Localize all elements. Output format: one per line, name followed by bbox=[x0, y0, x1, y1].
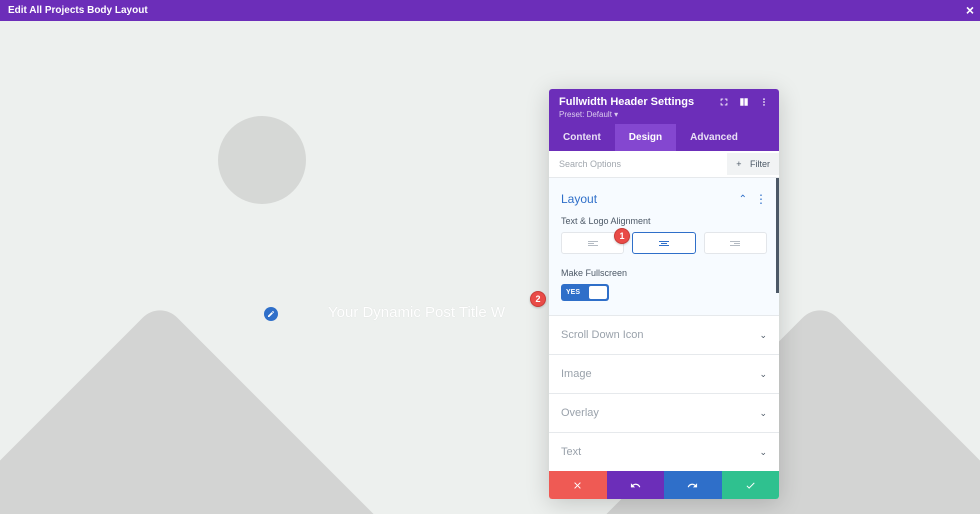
layout-section: Layout ⌃ ⋮ Text & Logo Alignment Make Fu… bbox=[549, 178, 779, 316]
toggle-knob bbox=[589, 286, 607, 299]
chevron-up-icon[interactable]: ⌃ bbox=[739, 194, 747, 205]
panel-header[interactable]: Fullwidth Header Settings Preset: Defaul… bbox=[549, 89, 779, 124]
more-icon[interactable] bbox=[759, 97, 769, 107]
chevron-down-icon: ⌄ bbox=[759, 330, 767, 341]
edit-pin[interactable] bbox=[264, 307, 278, 321]
accordion-scroll-down[interactable]: Scroll Down Icon ⌄ bbox=[549, 316, 779, 355]
topbar: Edit All Projects Body Layout × bbox=[0, 0, 980, 21]
align-center-icon bbox=[659, 241, 669, 246]
panel-footer bbox=[549, 471, 779, 499]
filter-button[interactable]: + Filter bbox=[727, 153, 779, 175]
undo-button[interactable] bbox=[607, 471, 665, 499]
align-label: Text & Logo Alignment bbox=[561, 216, 767, 226]
scrollbar[interactable] bbox=[776, 178, 779, 471]
annotation-badge-1: 1 bbox=[614, 228, 630, 244]
section-more-icon[interactable]: ⋮ bbox=[755, 193, 767, 205]
undo-icon bbox=[630, 480, 641, 491]
close-icon bbox=[572, 480, 583, 491]
preset-label[interactable]: Preset: Default ▾ bbox=[559, 110, 769, 119]
accordion-overlay[interactable]: Overlay ⌄ bbox=[549, 394, 779, 433]
section-header[interactable]: Layout ⌃ ⋮ bbox=[561, 186, 767, 216]
annotation-badge-2: 2 bbox=[530, 291, 546, 307]
close-icon[interactable]: × bbox=[966, 2, 974, 18]
pencil-icon bbox=[267, 310, 275, 318]
tab-advanced[interactable]: Advanced bbox=[676, 124, 752, 151]
chevron-down-icon: ⌄ bbox=[759, 408, 767, 419]
canvas: Your Dynamic Post Title W bbox=[0, 21, 980, 514]
page-title: Edit All Projects Body Layout bbox=[8, 5, 148, 16]
section-title: Layout bbox=[561, 192, 597, 206]
align-center-button[interactable] bbox=[632, 232, 695, 254]
settings-panel: Fullwidth Header Settings Preset: Defaul… bbox=[549, 89, 779, 499]
accordion: Scroll Down Icon ⌄ Image ⌄ Overlay ⌄ Tex… bbox=[549, 316, 779, 471]
check-icon bbox=[745, 480, 756, 491]
align-right-button[interactable] bbox=[704, 232, 767, 254]
expand-icon[interactable] bbox=[719, 97, 729, 107]
tab-design[interactable]: Design bbox=[615, 124, 676, 151]
search-input[interactable] bbox=[549, 151, 727, 177]
search-row: + Filter bbox=[549, 151, 779, 178]
fullscreen-label: Make Fullscreen bbox=[561, 268, 767, 278]
cancel-button[interactable] bbox=[549, 471, 607, 499]
snap-icon[interactable] bbox=[739, 97, 749, 107]
plus-icon: + bbox=[736, 159, 741, 169]
chevron-down-icon: ⌄ bbox=[759, 369, 767, 380]
chevron-down-icon: ▾ bbox=[614, 110, 618, 119]
scrollbar-thumb[interactable] bbox=[776, 178, 779, 293]
bg-shape-left bbox=[0, 300, 514, 514]
accordion-text[interactable]: Text ⌄ bbox=[549, 433, 779, 471]
chevron-down-icon: ⌄ bbox=[759, 447, 767, 458]
accordion-image[interactable]: Image ⌄ bbox=[549, 355, 779, 394]
dynamic-post-title[interactable]: Your Dynamic Post Title W bbox=[328, 304, 505, 321]
tab-content[interactable]: Content bbox=[549, 124, 615, 151]
panel-title: Fullwidth Header Settings bbox=[559, 96, 694, 108]
alignment-buttons bbox=[561, 232, 767, 254]
fullscreen-toggle[interactable]: YES bbox=[561, 284, 609, 301]
redo-button[interactable] bbox=[664, 471, 722, 499]
save-button[interactable] bbox=[722, 471, 780, 499]
align-left-icon bbox=[588, 241, 598, 246]
align-right-icon bbox=[730, 241, 740, 246]
tabs: Content Design Advanced bbox=[549, 124, 779, 151]
bg-circle bbox=[218, 116, 306, 204]
redo-icon bbox=[687, 480, 698, 491]
